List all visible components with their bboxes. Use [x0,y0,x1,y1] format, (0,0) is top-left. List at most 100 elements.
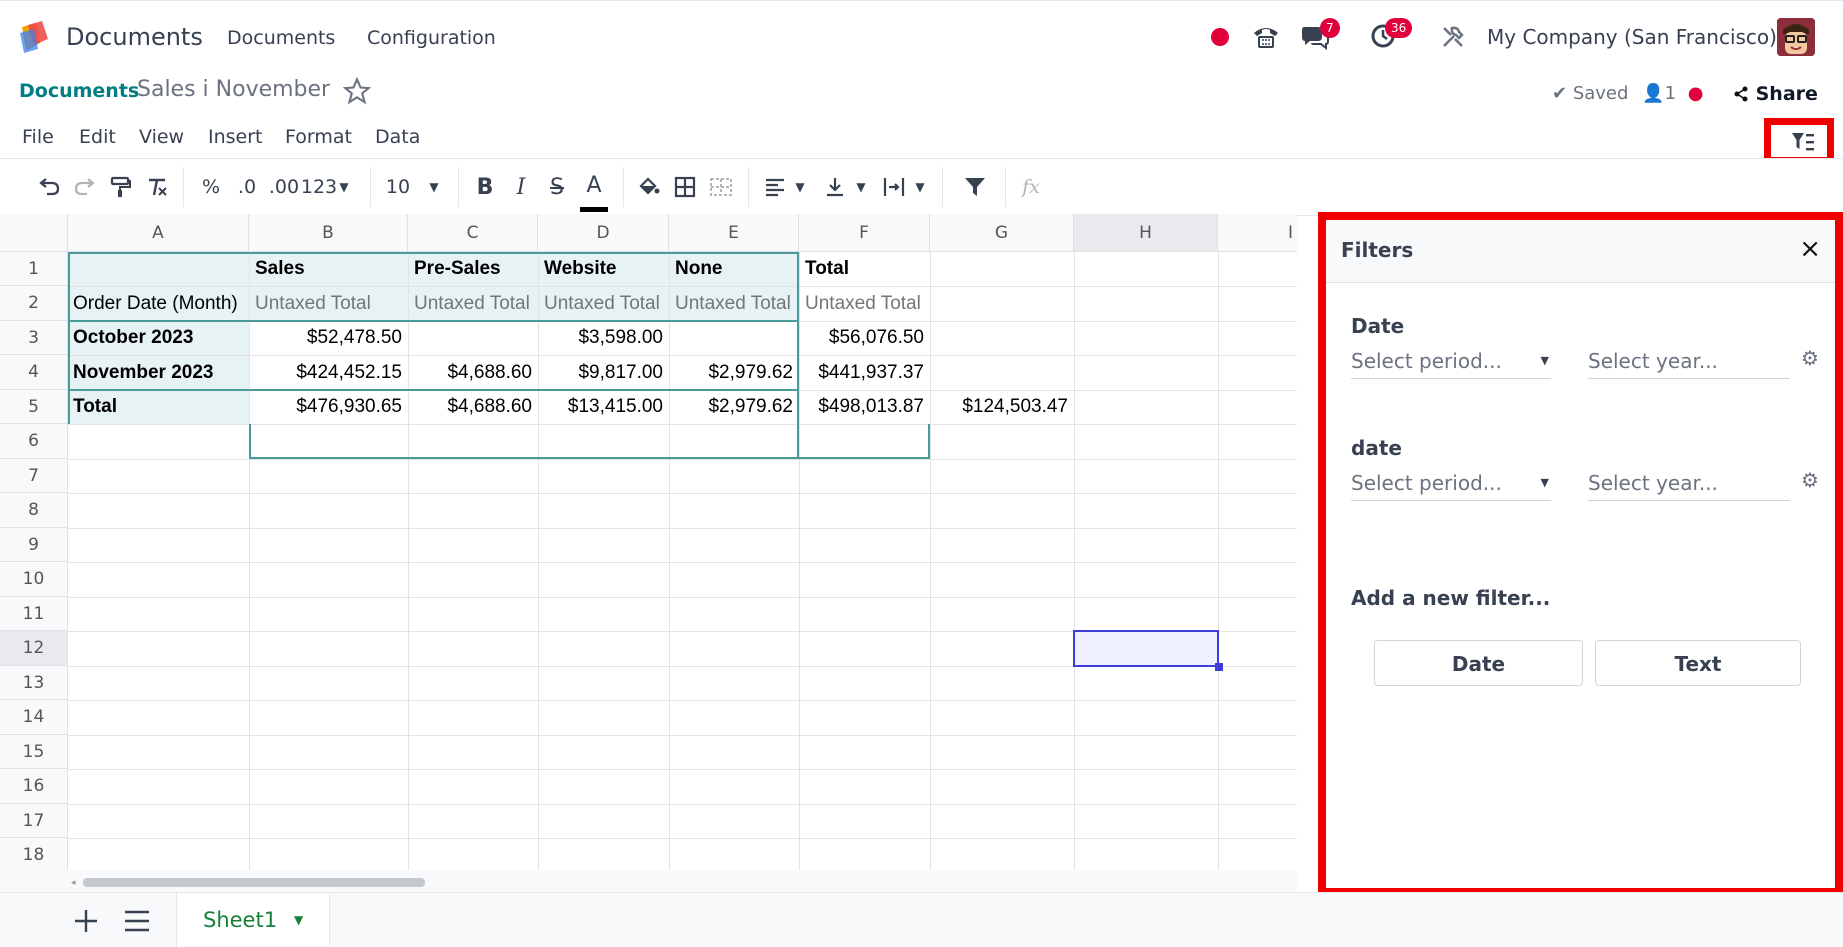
cell-b1[interactable]: Sales [255,252,305,286]
filter-date-year-select[interactable]: Select year... [1588,346,1790,379]
sheet-list-icon[interactable] [123,908,151,934]
company-switcher[interactable]: My Company (San Francisco) [1487,25,1777,49]
sheet-tab-sheet1[interactable]: Sheet1 ▼ [176,893,330,947]
add-sheet-icon[interactable] [72,907,100,935]
decrease-decimal-button[interactable]: .0 [234,159,260,215]
column-header-i[interactable]: I [1218,214,1297,252]
column-header-a[interactable]: A [68,214,249,252]
chevron-down-icon[interactable]: ▼ [294,893,303,947]
cell-a4[interactable]: November 2023 [73,356,213,390]
cell-e1[interactable]: None [675,252,723,286]
row-header-4[interactable]: 4 [0,355,68,390]
filter-date2-period-select[interactable]: Select period... ▼ [1351,468,1551,501]
cell-a5[interactable]: Total [73,390,117,424]
cell-e4[interactable]: $2,979.62 [669,356,793,390]
menu-insert[interactable]: Insert [208,126,263,148]
document-title[interactable]: Sales i November [137,77,330,102]
row-header-13[interactable]: 13 [0,666,68,700]
row-header-5[interactable]: 5 [0,390,68,424]
filter-icon[interactable] [960,159,990,215]
percent-format-button[interactable]: % [198,159,224,215]
borders-icon[interactable] [670,159,700,215]
row-header-12[interactable]: 12 [0,631,68,666]
menu-configuration[interactable]: Configuration [367,27,496,49]
row-header-9[interactable]: 9 [0,528,68,562]
row-header-8[interactable]: 8 [0,493,68,528]
text-wrapping-caret-icon[interactable]: ▼ [912,159,928,215]
cell-c3[interactable] [408,321,532,355]
menu-file[interactable]: File [22,126,54,148]
app-name[interactable]: Documents [66,23,203,51]
breadcrumb-documents[interactable]: Documents [19,80,139,102]
menu-documents[interactable]: Documents [227,27,335,49]
row-header-6[interactable]: 6 [0,424,68,459]
row-header-3[interactable]: 3 [0,321,68,355]
row-header-11[interactable]: 11 [0,597,68,631]
menu-edit[interactable]: Edit [79,126,116,148]
cell-d2[interactable]: Untaxed Total [544,287,660,321]
favorite-star-icon[interactable] [343,77,371,105]
scroll-left-icon[interactable]: ◂ [71,878,79,888]
column-header-e[interactable]: E [669,214,799,252]
cell-a2[interactable]: Order Date (Month) [73,287,238,321]
paint-format-icon[interactable] [106,159,136,215]
row-header-10[interactable]: 10 [0,562,68,597]
row-header-15[interactable]: 15 [0,735,68,769]
column-header-f[interactable]: F [799,214,930,252]
row-header-17[interactable]: 17 [0,804,68,838]
bold-button[interactable]: B [472,159,498,215]
close-icon[interactable]: × [1799,234,1821,264]
menu-view[interactable]: View [139,126,184,148]
cell-a3[interactable]: October 2023 [73,321,193,355]
vertical-align-caret-icon[interactable]: ▼ [853,159,869,215]
number-format-button[interactable]: 123 [301,159,337,215]
autofill-handle[interactable] [1215,663,1223,671]
cell-c5[interactable]: $4,688.60 [408,390,532,424]
spreadsheet-grid[interactable]: A B C D E F G H I 1 2 3 4 5 6 7 8 9 10 1… [0,214,1297,870]
select-all-corner[interactable] [0,214,68,252]
strikethrough-button[interactable]: S [544,159,570,215]
italic-button[interactable]: I [508,159,534,215]
cell-c4[interactable]: $4,688.60 [408,356,532,390]
row-header-1[interactable]: 1 [0,252,68,286]
user-avatar[interactable] [1777,18,1815,56]
vertical-align-icon[interactable] [820,159,850,215]
cell-b5[interactable]: $476,930.65 [249,390,402,424]
filter-date-period-select[interactable]: Select period... ▼ [1351,346,1551,379]
share-button[interactable]: Share [1733,83,1818,105]
row-header-2[interactable]: 2 [0,286,68,321]
cell-d3[interactable]: $3,598.00 [538,321,663,355]
filter-date2-year-select[interactable]: Select year... [1588,468,1790,501]
phone-icon[interactable] [1251,23,1281,51]
horizontal-scrollbar[interactable] [83,878,425,887]
cell-d5[interactable]: $13,415.00 [538,390,663,424]
cell-e5[interactable]: $2,979.62 [669,390,793,424]
text-color-button[interactable]: A [580,163,608,212]
column-header-c[interactable]: C [408,214,538,252]
cell-b2[interactable]: Untaxed Total [255,287,371,321]
cell-g5[interactable]: $124,503.47 [930,390,1068,424]
horizontal-align-icon[interactable] [760,159,790,215]
cell-e3[interactable] [669,321,793,355]
cell-d4[interactable]: $9,817.00 [538,356,663,390]
fill-color-icon[interactable] [634,159,664,215]
app-logo-icon[interactable] [18,21,52,55]
gear-icon[interactable]: ⚙ [1801,346,1819,370]
recording-dot-icon[interactable] [1211,28,1229,46]
row-header-16[interactable]: 16 [0,769,68,804]
cell-f2[interactable]: Untaxed Total [805,287,921,321]
text-wrapping-icon[interactable] [879,159,909,215]
column-header-d[interactable]: D [538,214,669,252]
undo-icon[interactable] [34,159,64,215]
merge-cells-icon[interactable] [706,159,736,215]
cell-f5[interactable]: $498,013.87 [799,390,924,424]
add-date-filter-button[interactable]: Date [1374,640,1583,686]
debug-tools-icon[interactable] [1441,25,1465,49]
font-size-value[interactable]: 10 [383,159,413,215]
cell-f4[interactable]: $441,937.37 [799,356,924,390]
row-header-18[interactable]: 18 [0,838,68,870]
column-header-g[interactable]: G [930,214,1074,252]
increase-decimal-button[interactable]: .00 [268,159,300,215]
cell-e2[interactable]: Untaxed Total [675,287,791,321]
row-header-14[interactable]: 14 [0,700,68,735]
